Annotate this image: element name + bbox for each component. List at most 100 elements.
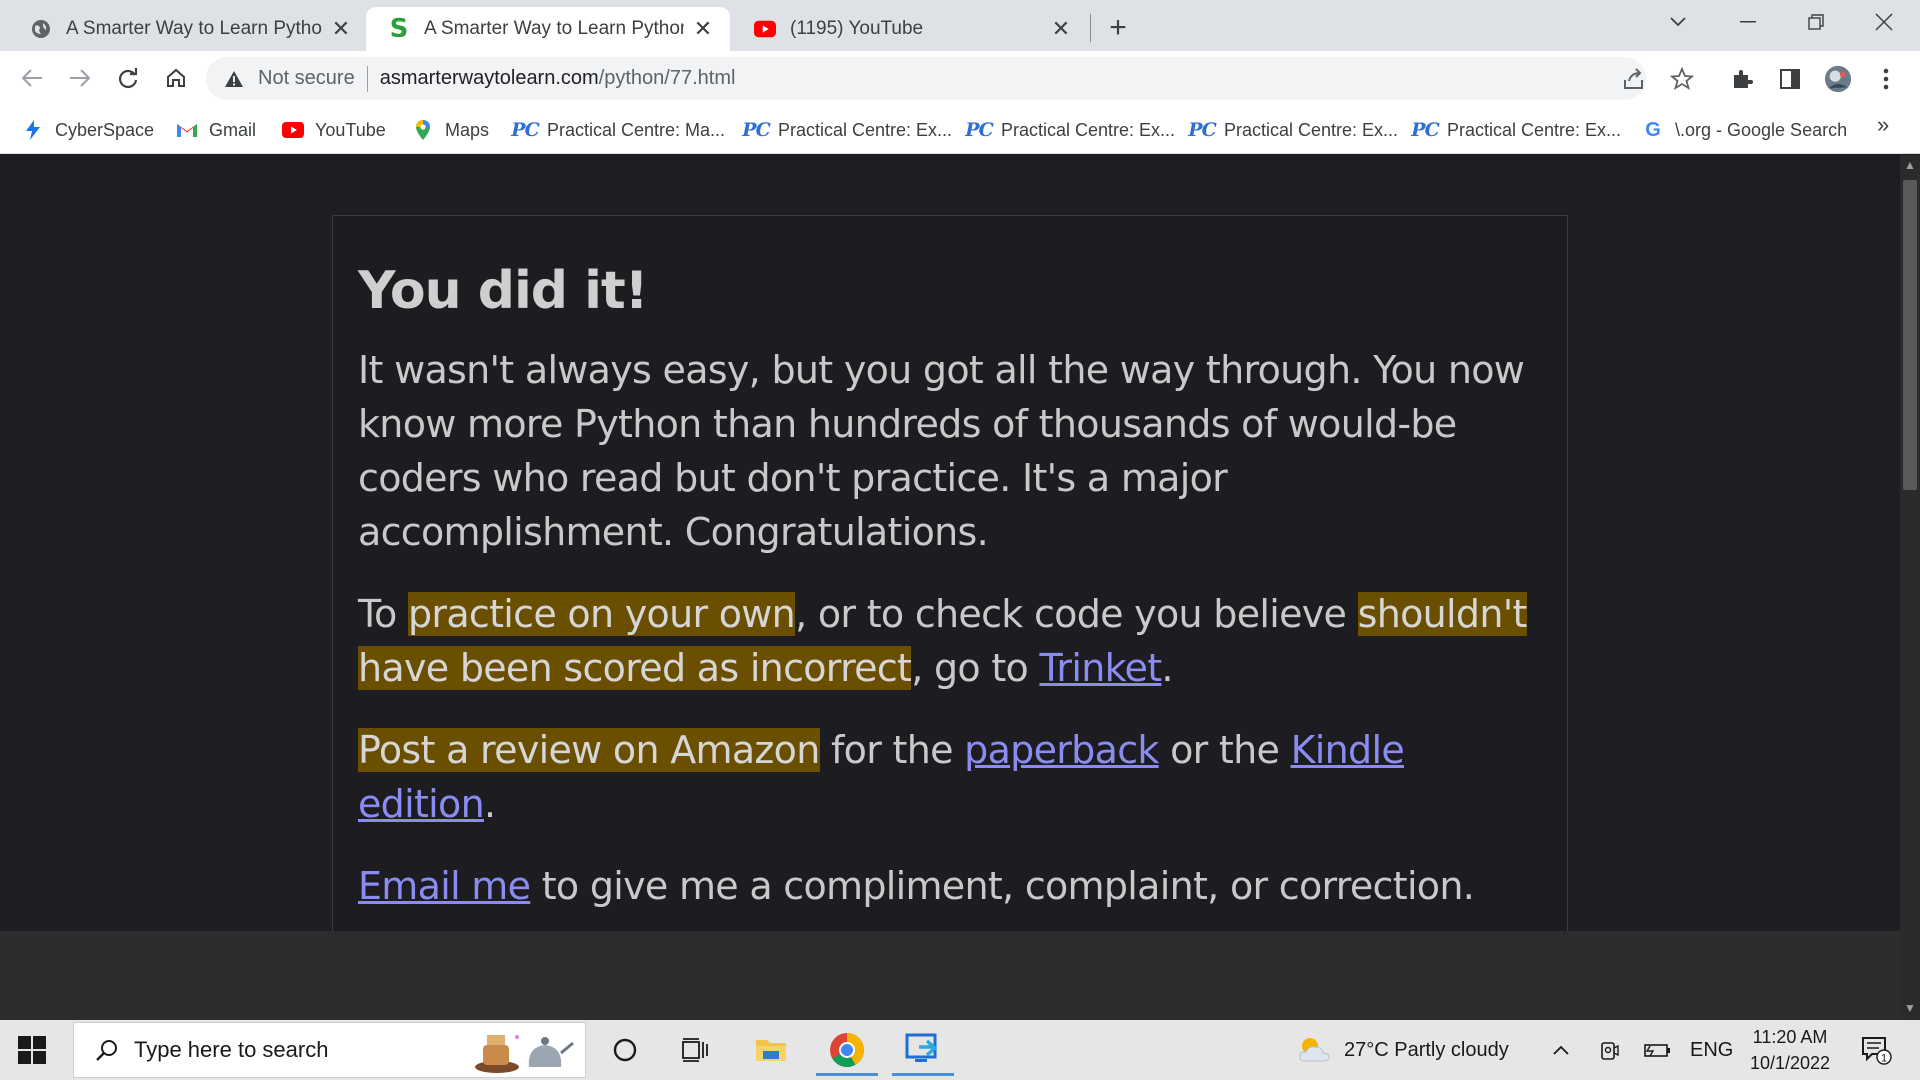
bookmark-label: Maps xyxy=(445,119,490,140)
scroll-up-icon[interactable]: ▲ xyxy=(1900,155,1920,175)
bookmark-practical-centre-3[interactable]: PC Practical Centre: Ex... xyxy=(965,116,1176,144)
notification-center-icon[interactable]: 1 xyxy=(1860,1020,1892,1080)
bookmark-google-search[interactable]: G \.org - Google Search xyxy=(1642,116,1847,144)
maps-icon xyxy=(412,119,434,141)
close-tab-icon[interactable]: ✕ xyxy=(1050,16,1072,42)
bookmark-practical-centre-5[interactable]: PC Practical Centre: Ex... xyxy=(1411,116,1622,144)
cyberspace-icon xyxy=(22,119,44,141)
text-fragment: to give me a compliment, complaint, or c… xyxy=(530,864,1475,908)
meet-now-icon[interactable] xyxy=(1600,1020,1620,1080)
back-icon[interactable] xyxy=(14,60,50,96)
restore-icon[interactable] xyxy=(1786,0,1846,44)
bookmark-label: Practical Centre: Ex... xyxy=(1001,119,1176,140)
bookmark-cyberspace[interactable]: CyberSpace xyxy=(22,116,154,144)
highlighted-text: practice on your own xyxy=(407,592,796,636)
bookmark-maps[interactable]: Maps xyxy=(412,116,489,144)
bookmark-label: CyberSpace xyxy=(55,119,155,140)
home-icon[interactable] xyxy=(158,60,194,96)
not-secure-label: Not secure xyxy=(258,67,355,89)
extensions-icon[interactable] xyxy=(1728,65,1756,93)
highlighted-text: Post a review on Amazon xyxy=(358,728,820,772)
share-icon[interactable] xyxy=(1620,65,1648,93)
search-highlight-art-icon xyxy=(467,1027,577,1075)
gmail-icon xyxy=(176,119,198,141)
task-view-icon[interactable] xyxy=(660,1024,730,1076)
congrats-paragraph: It wasn't always easy, but you got all t… xyxy=(358,348,1525,554)
address-bar[interactable]: Not secure asmarterwaytolearn.com/python… xyxy=(206,57,1646,100)
tab-python-active[interactable]: S A Smarter Way to Learn Python - ✕ xyxy=(366,7,730,51)
scrollbar-thumb[interactable] xyxy=(1903,180,1917,490)
youtube-icon xyxy=(282,119,304,141)
globe-icon xyxy=(30,18,52,40)
page-viewport: You did it! It wasn't always easy, but y… xyxy=(0,155,1900,931)
partly-cloudy-icon xyxy=(1299,1038,1330,1062)
tab-search-icon[interactable] xyxy=(1648,0,1708,44)
avatar[interactable] xyxy=(1824,65,1852,93)
practice-paragraph: To practice on your own, or to check cod… xyxy=(358,587,1528,695)
windows-taskbar: Type here to search 27°C Partly cloudy E… xyxy=(0,1020,1920,1080)
tab-separator xyxy=(1090,14,1091,42)
remote-app-icon[interactable] xyxy=(888,1024,958,1076)
new-tab-button[interactable]: + xyxy=(1100,10,1136,46)
bookmark-youtube[interactable]: YouTube xyxy=(282,116,386,144)
close-tab-icon[interactable]: ✕ xyxy=(330,16,352,42)
tab-title: (1195) YouTube xyxy=(790,18,924,39)
pc-icon: PC xyxy=(1188,119,1216,141)
search-icon xyxy=(92,1035,122,1065)
url-host: asmarterwaytolearn.com xyxy=(379,67,599,89)
text-fragment: . xyxy=(1161,646,1173,690)
trinket-link[interactable]: Trinket xyxy=(1039,646,1162,690)
bookmark-label: Practical Centre: Ex... xyxy=(778,119,953,140)
bookmark-practical-centre-2[interactable]: PC Practical Centre: Ex... xyxy=(742,116,953,144)
file-explorer-icon[interactable] xyxy=(736,1024,806,1076)
pc-icon: PC xyxy=(742,119,770,141)
sidebar-icon[interactable] xyxy=(1776,65,1804,93)
youtube-icon xyxy=(754,18,776,40)
reload-icon[interactable] xyxy=(110,60,146,96)
bookmark-practical-centre-4[interactable]: PC Practical Centre: Ex... xyxy=(1188,116,1399,144)
bookmarks-overflow-button[interactable]: » xyxy=(1877,112,1889,138)
text-fragment: for the xyxy=(819,728,965,772)
bookmark-star-icon[interactable] xyxy=(1668,65,1696,93)
close-tab-icon[interactable]: ✕ xyxy=(692,16,714,42)
forward-icon[interactable] xyxy=(62,60,98,96)
battery-icon[interactable] xyxy=(1644,1020,1672,1080)
bookmarks-bar: CyberSpace Gmail YouTube Maps PC Practica… xyxy=(0,106,1920,154)
scroll-down-icon[interactable]: ▼ xyxy=(1900,998,1920,1018)
text-fragment: or the xyxy=(1158,728,1291,772)
chrome-taskbar-icon[interactable] xyxy=(812,1024,882,1076)
divider xyxy=(366,65,368,92)
google-icon: G xyxy=(1645,118,1661,141)
email-me-link[interactable]: Email me xyxy=(358,864,531,908)
paperback-link[interactable]: paperback xyxy=(964,728,1159,772)
clock-date: 10/1/2022 xyxy=(1749,1053,1831,1073)
search-placeholder: Type here to search xyxy=(134,1037,329,1062)
text-fragment: , or to check code you believe xyxy=(795,592,1358,636)
bookmark-label: Practical Centre: Ma... xyxy=(547,119,726,140)
bottom-panel xyxy=(0,931,1900,1020)
minimize-icon[interactable] xyxy=(1718,0,1778,44)
pc-icon: PC xyxy=(511,119,539,141)
text-fragment: , go to xyxy=(911,646,1040,690)
show-hidden-icons-icon[interactable] xyxy=(1552,1020,1570,1080)
bookmark-label: Gmail xyxy=(209,119,257,140)
weather-widget[interactable]: 27°C Partly cloudy xyxy=(1296,1020,1509,1080)
tab-python-learn[interactable]: A Smarter Way to Learn Python: Le ✕ xyxy=(8,7,368,51)
content-inner: You did it! It wasn't always easy, but y… xyxy=(358,261,1528,931)
page-heading: You did it! xyxy=(358,261,649,321)
bookmark-label: Practical Centre: Ex... xyxy=(1447,119,1622,140)
menu-kebab-icon[interactable] xyxy=(1872,65,1900,93)
bookmark-label: Practical Centre: Ex... xyxy=(1224,119,1399,140)
cortana-icon[interactable] xyxy=(590,1024,660,1076)
taskbar-search-box[interactable]: Type here to search xyxy=(73,1022,586,1078)
pc-icon: PC xyxy=(1411,119,1439,141)
browser-toolbar: Not secure asmarterwaytolearn.com/python… xyxy=(0,51,1920,106)
bookmark-practical-centre-1[interactable]: PC Practical Centre: Ma... xyxy=(511,116,726,144)
warning-icon[interactable] xyxy=(224,68,246,90)
bookmark-gmail[interactable]: Gmail xyxy=(176,116,256,144)
tab-youtube[interactable]: (1195) YouTube ✕ xyxy=(732,7,1088,51)
system-clock[interactable]: 11:20 AM 10/1/2022 xyxy=(1720,1024,1860,1076)
close-window-icon[interactable] xyxy=(1854,0,1914,44)
windows-start-icon[interactable] xyxy=(18,1036,46,1064)
text-fragment: . xyxy=(483,782,496,826)
